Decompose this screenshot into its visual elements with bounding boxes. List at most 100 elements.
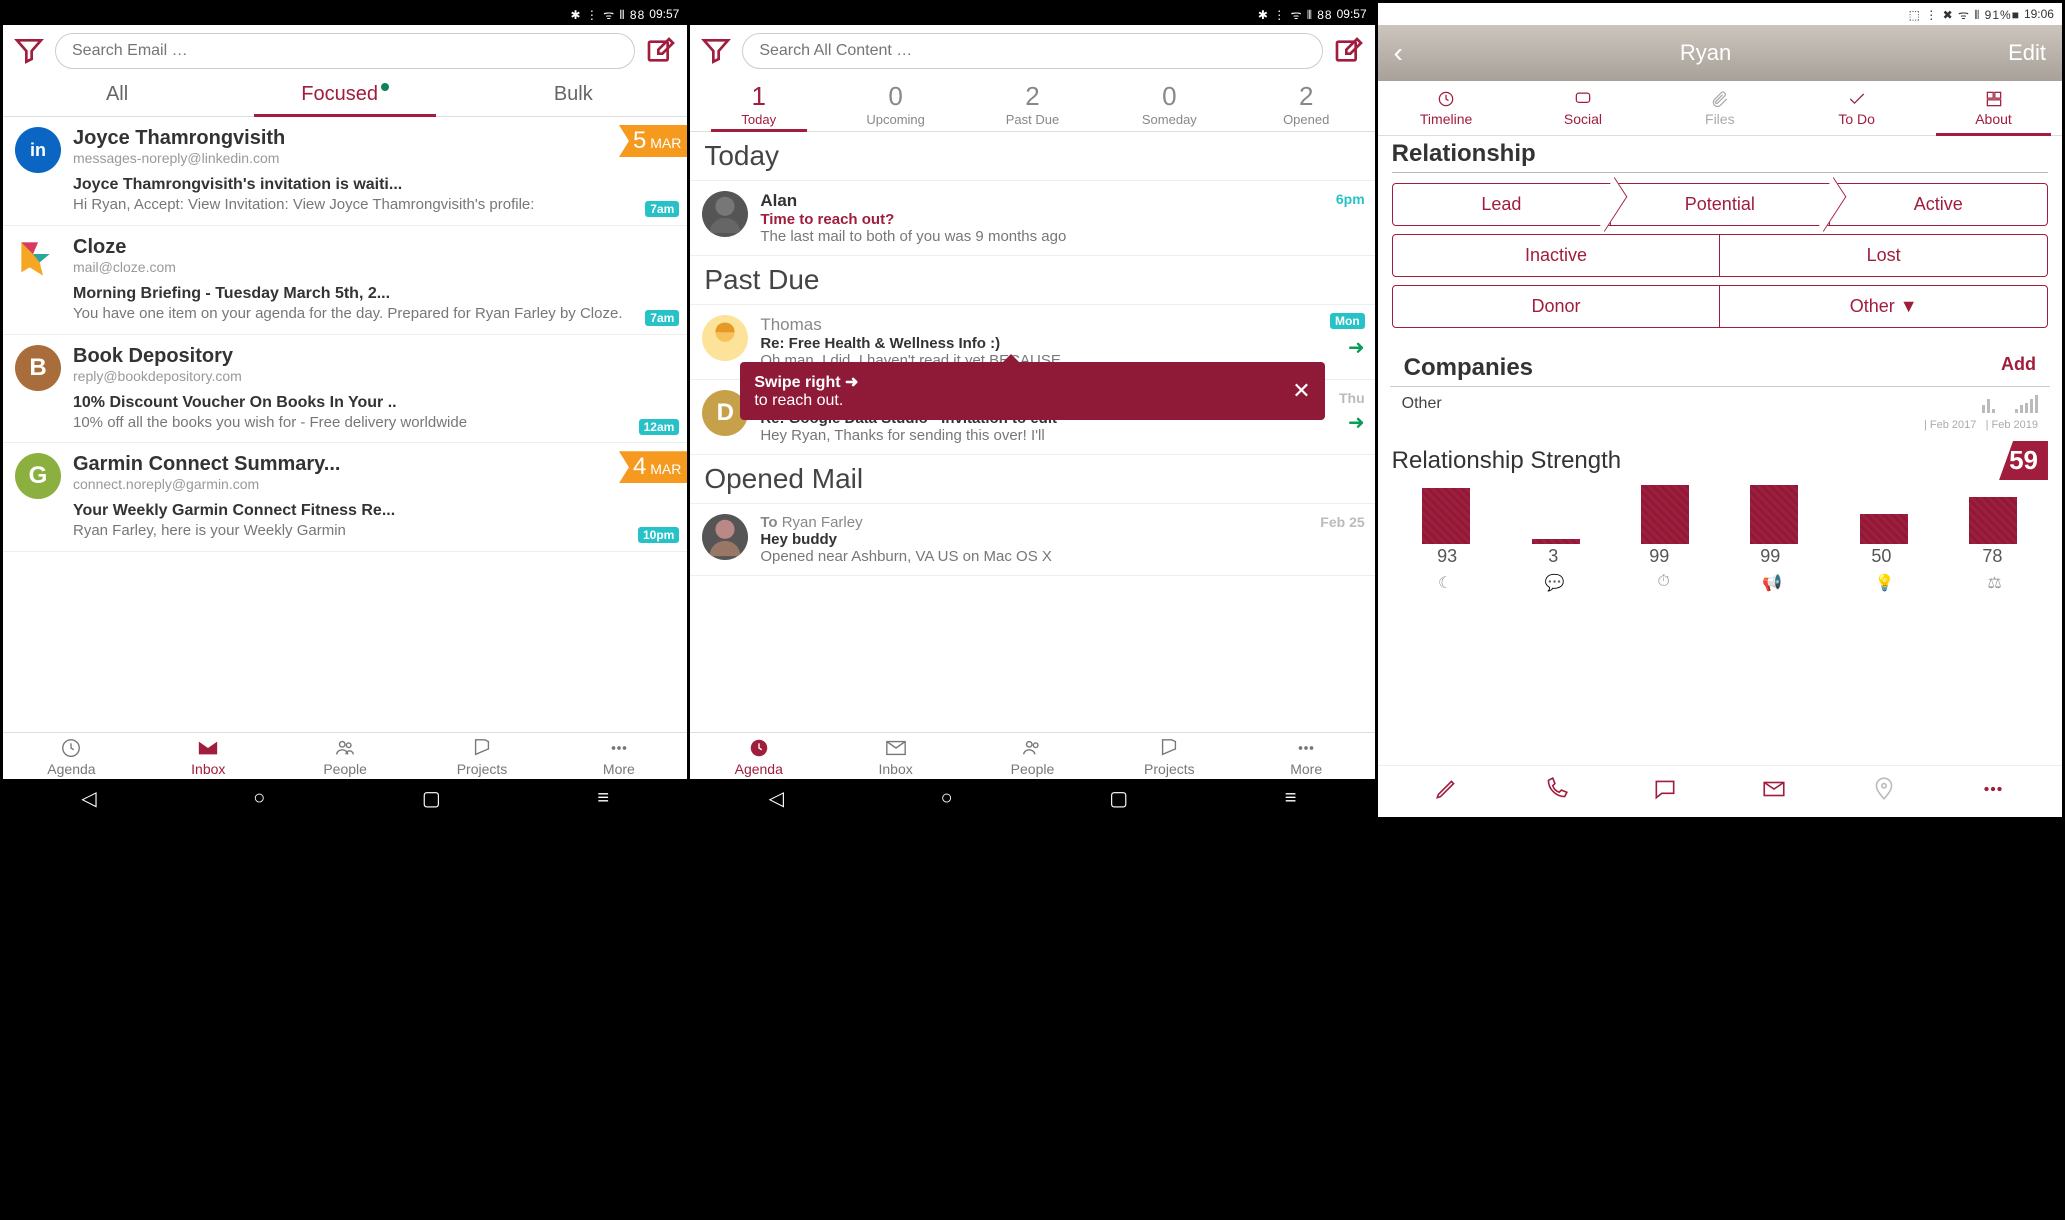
- nav-inbox[interactable]: Inbox: [140, 737, 277, 777]
- agenda-subject: Re: Free Health & Wellness Info :): [760, 335, 1362, 352]
- profile-tabs: Timeline Social Files To Do About: [1378, 81, 2062, 136]
- nav-inbox[interactable]: Inbox: [827, 737, 964, 777]
- back-icon[interactable]: ‹: [1394, 37, 1403, 69]
- avatar: G: [15, 453, 61, 499]
- email-sender: Garmin Connect Summary...: [73, 453, 675, 476]
- nav-people[interactable]: People: [964, 737, 1101, 777]
- email-preview: Hi Ryan, Accept: View Invitation: View J…: [73, 196, 675, 215]
- email-item[interactable]: in Joyce Thamrongvisith messages-noreply…: [3, 117, 687, 226]
- nav-people[interactable]: People: [277, 737, 414, 777]
- agenda-time: Feb 25: [1320, 514, 1364, 530]
- close-icon[interactable]: ✕: [1292, 378, 1310, 404]
- screen-inbox: ✱ ⋮ ᯤ ⫴ 88 09:57 All Focused Bulk in Joy…: [3, 3, 687, 817]
- agenda-preview: The last mail to both of you was 9 month…: [760, 228, 1362, 245]
- stage-donor[interactable]: Donor: [1392, 285, 1721, 328]
- compose-icon[interactable]: [1333, 35, 1365, 67]
- add-company-button[interactable]: Add: [2001, 354, 2036, 375]
- stage-other[interactable]: Other ▼: [1720, 285, 2048, 328]
- nav-more[interactable]: More: [550, 737, 687, 777]
- relationship-stage: Lead Potential Active Inactive Lost Dono…: [1378, 173, 2062, 346]
- avatar: B: [15, 345, 61, 391]
- avatar: [702, 514, 748, 560]
- forward-icon[interactable]: ➜: [1348, 335, 1365, 360]
- home-icon[interactable]: ○: [253, 787, 265, 810]
- email-item[interactable]: B Book Depository reply@bookdepository.c…: [3, 335, 687, 444]
- menu-icon[interactable]: ≡: [1285, 787, 1297, 810]
- edit-icon[interactable]: [1433, 776, 1459, 807]
- home-icon[interactable]: ○: [941, 787, 953, 810]
- nav-agenda[interactable]: Agenda: [3, 737, 140, 777]
- tab-focused[interactable]: Focused: [231, 77, 459, 116]
- stat-pastdue[interactable]: 2Past Due: [964, 77, 1101, 131]
- agenda-sender: Thomas: [760, 315, 1362, 335]
- call-icon[interactable]: [1543, 776, 1569, 807]
- stat-upcoming[interactable]: 0Upcoming: [827, 77, 964, 131]
- tab-timeline[interactable]: Timeline: [1378, 81, 1515, 135]
- agenda-time: Thu: [1339, 390, 1365, 406]
- chat-icon[interactable]: [1652, 776, 1678, 807]
- bottom-nav: Agenda Inbox People Projects More: [690, 732, 1374, 779]
- email-address: mail@cloze.com: [73, 259, 675, 275]
- email-preview: Ryan Farley, here is your Weekly Garmin: [73, 522, 675, 541]
- email-subject: Joyce Thamrongvisith's invitation is wai…: [73, 176, 675, 194]
- email-list[interactable]: in Joyce Thamrongvisith messages-noreply…: [3, 117, 687, 732]
- tab-bulk[interactable]: Bulk: [459, 77, 687, 116]
- email-address: connect.noreply@garmin.com: [73, 476, 675, 492]
- android-nav-bar: ◁ ○ ▢ ≡: [690, 779, 1374, 817]
- stage-potential[interactable]: Potential: [1611, 183, 1829, 226]
- nav-projects[interactable]: Projects: [1101, 737, 1238, 777]
- mail-icon[interactable]: [1761, 776, 1787, 807]
- tab-about[interactable]: About: [1925, 81, 2062, 135]
- tab-files[interactable]: Files: [1651, 81, 1788, 135]
- time-badge: 10pm: [638, 527, 679, 543]
- agenda-subject: Hey buddy: [760, 531, 1362, 548]
- email-sender: Book Depository: [73, 345, 675, 368]
- nav-agenda[interactable]: Agenda: [690, 737, 827, 777]
- agenda-item[interactable]: To Ryan Farley Hey buddy Opened near Ash…: [690, 504, 1374, 576]
- agenda-list[interactable]: Today Alan Time to reach out? The last m…: [690, 132, 1374, 732]
- back-icon[interactable]: ◁: [81, 786, 96, 811]
- forward-icon[interactable]: ➜: [1348, 410, 1365, 435]
- email-address: messages-noreply@linkedin.com: [73, 150, 675, 166]
- nav-projects[interactable]: Projects: [414, 737, 551, 777]
- company-row[interactable]: Other: [1378, 387, 2062, 419]
- stage-lead[interactable]: Lead: [1392, 183, 1611, 226]
- status-bar: ✱ ⋮ ᯤ ⫴ 88 09:57: [3, 3, 687, 25]
- back-icon[interactable]: ◁: [769, 786, 784, 811]
- recent-icon[interactable]: ▢: [422, 786, 441, 811]
- stage-inactive[interactable]: Inactive: [1392, 234, 1721, 277]
- stage-active[interactable]: Active: [1830, 183, 2048, 226]
- tab-todo[interactable]: To Do: [1788, 81, 1925, 135]
- tab-all[interactable]: All: [3, 77, 231, 116]
- android-nav-bar: ◁ ○ ▢ ≡: [3, 779, 687, 817]
- stat-opened[interactable]: 2Opened: [1238, 77, 1375, 131]
- sparkline-icon: [2015, 393, 2038, 413]
- search-input[interactable]: [742, 33, 1322, 69]
- nav-more[interactable]: More: [1238, 737, 1375, 777]
- agenda-item[interactable]: Alan Time to reach out? The last mail to…: [690, 181, 1374, 256]
- email-subject: Your Weekly Garmin Connect Fitness Re...: [73, 502, 675, 520]
- email-item[interactable]: G Garmin Connect Summary... connect.nore…: [3, 443, 687, 552]
- stage-lost[interactable]: Lost: [1720, 234, 2048, 277]
- edit-button[interactable]: Edit: [2008, 40, 2046, 66]
- tab-social[interactable]: Social: [1515, 81, 1652, 135]
- stat-someday[interactable]: 0Someday: [1101, 77, 1238, 131]
- time-badge: 7am: [645, 201, 679, 217]
- strength-heading: Relationship Strength: [1392, 447, 1621, 475]
- menu-icon[interactable]: ≡: [597, 787, 609, 810]
- more-icon[interactable]: [1980, 776, 2006, 807]
- recent-icon[interactable]: ▢: [1109, 786, 1128, 811]
- action-strip: [1378, 765, 2062, 817]
- compose-icon[interactable]: [645, 35, 677, 67]
- stat-today[interactable]: 1Today: [690, 77, 827, 131]
- location-icon[interactable]: [1871, 776, 1897, 807]
- section-today: Today: [690, 132, 1374, 181]
- filter-icon[interactable]: [13, 35, 45, 67]
- day-badge: Mon: [1330, 313, 1365, 329]
- filter-icon[interactable]: [700, 35, 732, 67]
- email-preview: 10% off all the books you wish for - Fre…: [73, 414, 675, 433]
- search-input[interactable]: [55, 33, 635, 69]
- avatar: [702, 191, 748, 237]
- email-item[interactable]: Cloze mail@cloze.com Morning Briefing - …: [3, 226, 687, 335]
- bottom-nav: Agenda Inbox People Projects More: [3, 732, 687, 779]
